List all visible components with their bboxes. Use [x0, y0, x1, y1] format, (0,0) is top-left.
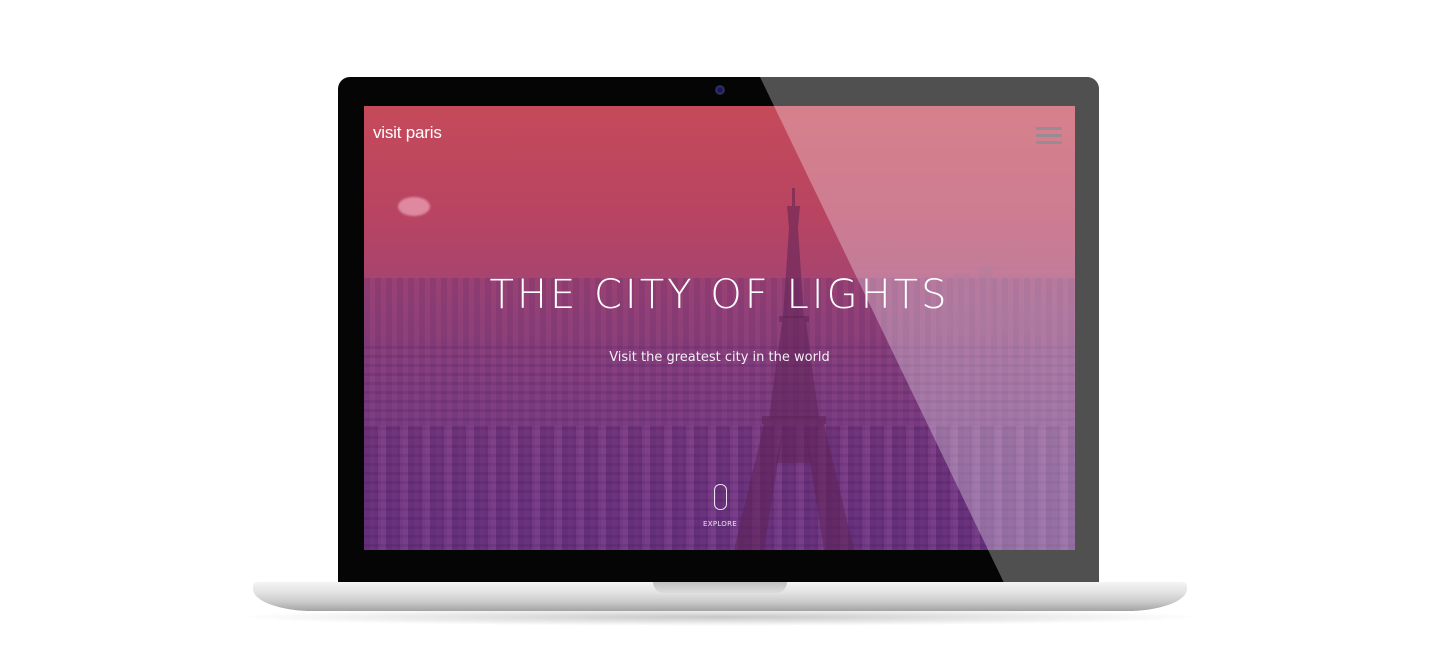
menu-line — [1036, 127, 1062, 130]
hero-subtitle: Visit the greatest city in the world — [609, 350, 830, 365]
menu-line — [1036, 141, 1062, 144]
site-logo[interactable]: visit paris — [373, 123, 442, 143]
explore-button[interactable]: EXPLORE — [699, 484, 741, 534]
explore-label: EXPLORE — [703, 520, 737, 528]
hero-headline: THE CITY OF LIGHTS — [489, 272, 950, 318]
laptop-mockup: visit paris THE CITY OF LIGHTS Visit the… — [0, 0, 1440, 671]
eiffel-tower-image — [734, 188, 854, 550]
mouse-scroll-icon — [714, 484, 727, 510]
hamburger-menu-icon[interactable] — [1036, 127, 1062, 147]
camera-icon — [716, 86, 724, 94]
sun-image — [398, 197, 430, 216]
laptop-notch — [653, 582, 787, 593]
laptop-base — [253, 582, 1187, 611]
menu-line — [1036, 134, 1062, 137]
website-screen: visit paris THE CITY OF LIGHTS Visit the… — [364, 106, 1075, 550]
laptop-lid: visit paris THE CITY OF LIGHTS Visit the… — [338, 77, 1099, 587]
